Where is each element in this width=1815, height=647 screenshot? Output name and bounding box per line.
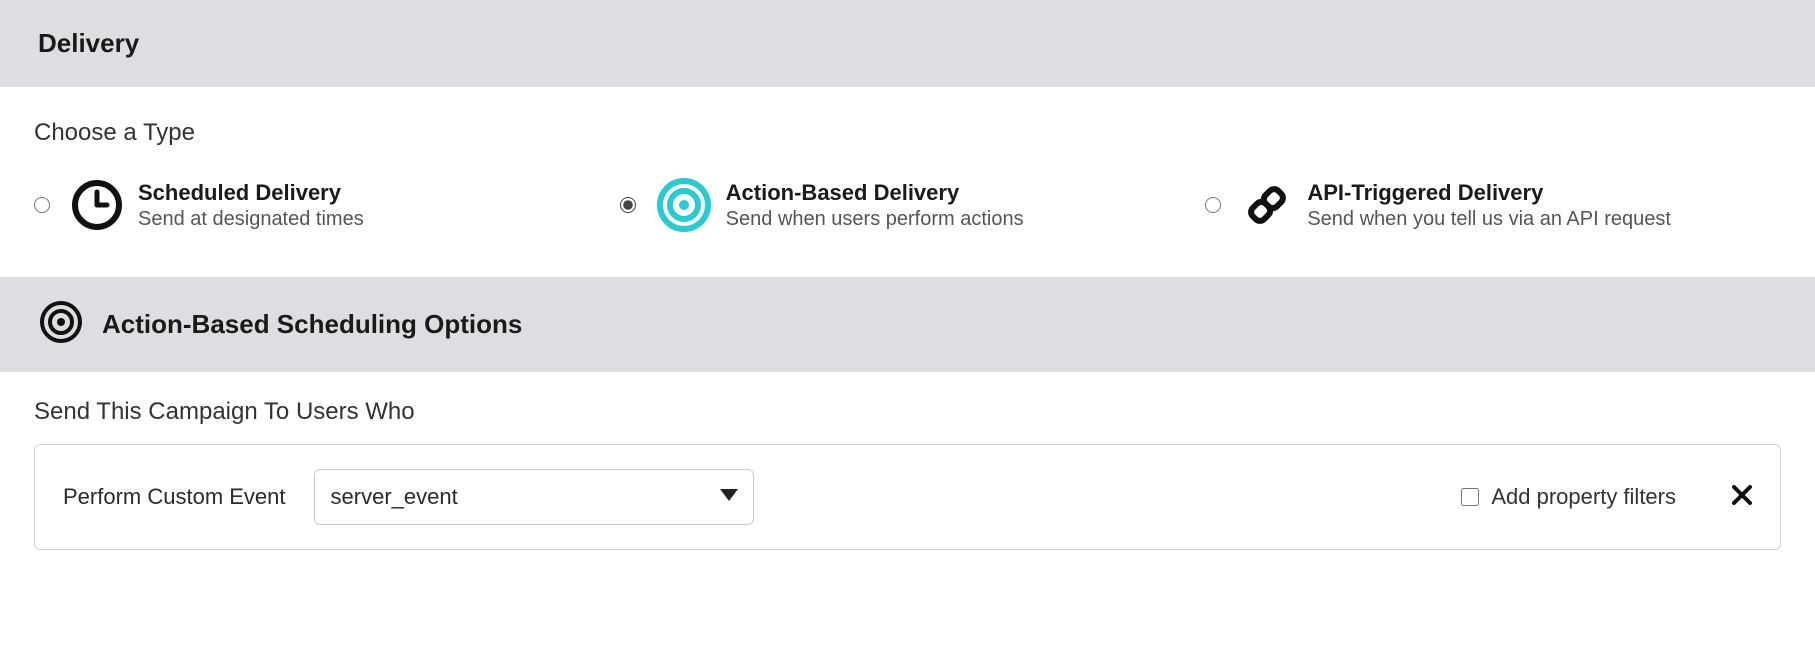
- trigger-card: Perform Custom Event Add property filter…: [34, 444, 1781, 550]
- delivery-type-scheduled[interactable]: Scheduled Delivery Send at designated ti…: [34, 177, 610, 233]
- delivery-type-api-radio[interactable]: [1205, 197, 1221, 213]
- scheduling-options-title: Action-Based Scheduling Options: [102, 309, 522, 340]
- delivery-type-api-title: API-Triggered Delivery: [1307, 180, 1671, 206]
- delivery-type-action-desc: Send when users perform actions: [726, 208, 1024, 231]
- add-property-filters-label: Add property filters: [1491, 484, 1676, 510]
- delivery-type-scheduled-radio[interactable]: [34, 197, 50, 213]
- target-icon: [656, 177, 712, 233]
- remove-trigger-button[interactable]: [1732, 485, 1752, 510]
- delivery-type-action-radio[interactable]: [620, 197, 636, 213]
- delivery-section-header: Delivery: [0, 0, 1815, 87]
- add-property-filters-checkbox[interactable]: [1461, 488, 1479, 506]
- scheduling-options-header: Action-Based Scheduling Options: [0, 277, 1815, 372]
- event-select-wrap: [314, 469, 754, 525]
- trigger-config-block: Send This Campaign To Users Who Perform …: [0, 372, 1815, 594]
- delivery-title: Delivery: [38, 28, 1777, 59]
- choose-type-label: Choose a Type: [34, 119, 1781, 147]
- delivery-type-block: Choose a Type Scheduled Delivery Send at…: [0, 87, 1815, 277]
- delivery-type-scheduled-title: Scheduled Delivery: [138, 180, 364, 206]
- delivery-type-action[interactable]: Action-Based Delivery Send when users pe…: [620, 177, 1196, 233]
- clock-icon: [70, 178, 124, 232]
- target-outline-icon: [38, 299, 84, 350]
- delivery-type-row: Scheduled Delivery Send at designated ti…: [34, 177, 1781, 233]
- link-icon: [1241, 179, 1293, 231]
- delivery-type-scheduled-desc: Send at designated times: [138, 208, 364, 231]
- event-select[interactable]: [314, 469, 754, 525]
- trigger-config-label: Send This Campaign To Users Who: [34, 398, 1781, 426]
- delivery-type-api[interactable]: API-Triggered Delivery Send when you tel…: [1205, 177, 1781, 233]
- add-property-filters[interactable]: Add property filters: [1461, 484, 1676, 510]
- trigger-condition-label: Perform Custom Event: [63, 484, 286, 510]
- delivery-type-action-title: Action-Based Delivery: [726, 180, 1024, 206]
- delivery-type-api-desc: Send when you tell us via an API request: [1307, 208, 1671, 231]
